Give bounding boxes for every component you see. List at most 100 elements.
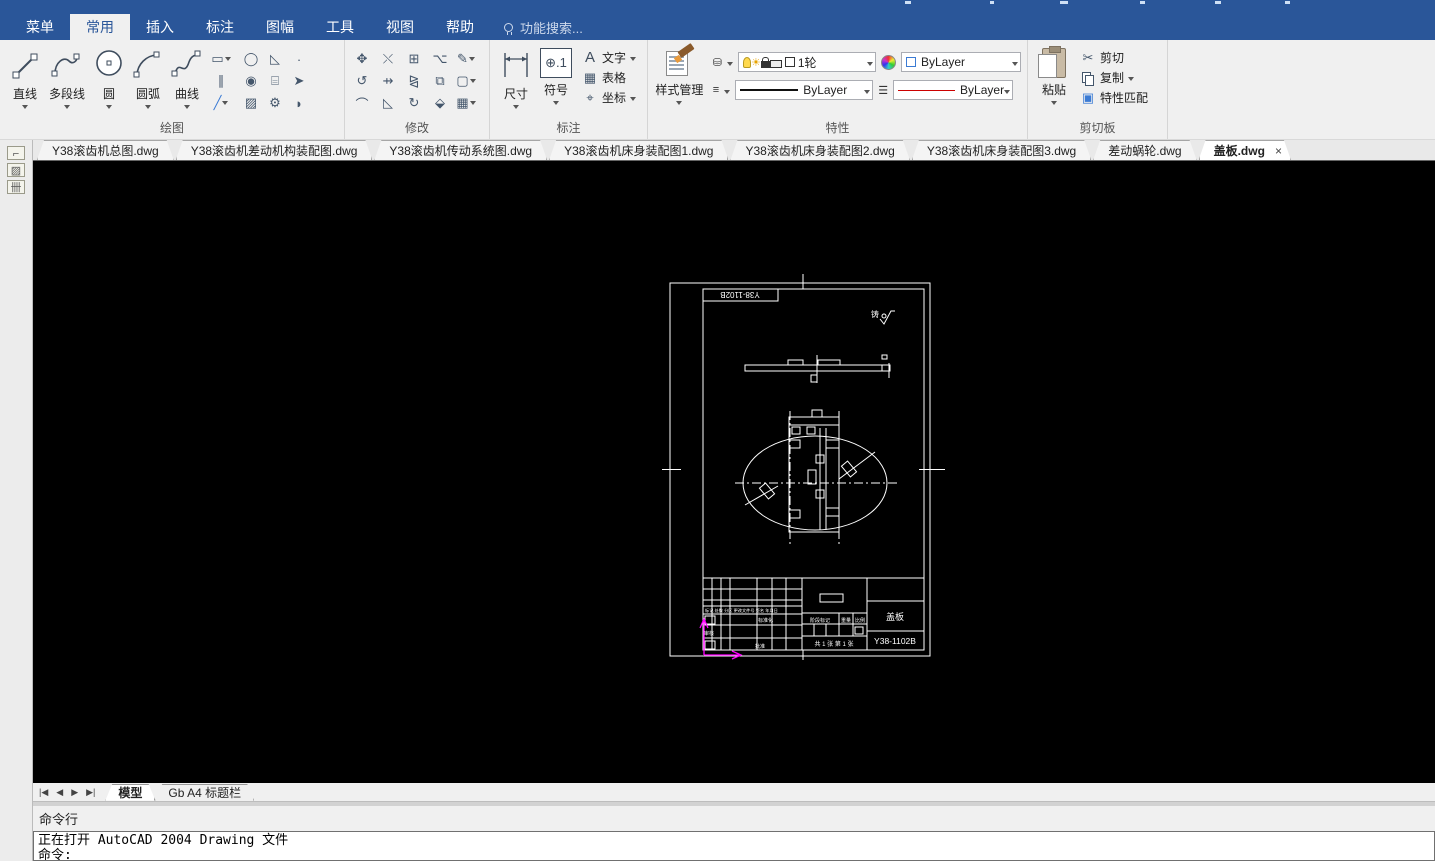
doc-tab-5[interactable]: Y38滚齿机床身装配图2.dwg	[730, 140, 909, 160]
symbol-button[interactable]: ⊕.1 符号	[536, 46, 576, 105]
dimension-button[interactable]: 尺寸	[496, 46, 536, 109]
spline-tool-button[interactable]: 曲线	[168, 46, 206, 109]
doc-tab-active[interactable]: 盖板.dwg ×	[1199, 140, 1291, 160]
menu-tab-view[interactable]: 视图	[370, 14, 430, 40]
table-button[interactable]: ▦ 表格	[582, 68, 636, 87]
gear-tool-icon[interactable]: ⚙	[264, 92, 286, 114]
drawing-canvas[interactable]: Y38-1102B 铸 标记 处数 分区 更改文件号 签名 年月日 标准化 审核…	[33, 161, 1435, 783]
parallel-tool-icon[interactable]: ∥	[210, 70, 232, 92]
linetype-tools-icon[interactable]: ☰	[878, 84, 888, 97]
panel-label-draw: 绘图	[159, 121, 184, 135]
dropdown-caret	[867, 61, 873, 66]
last-layout-icon[interactable]: ▶|	[86, 787, 95, 798]
doc-tab-2[interactable]: Y38滚齿机差动机构装配图.dwg	[176, 140, 373, 160]
point-tool-icon[interactable]: ·	[288, 48, 310, 70]
palette-icon-3[interactable]: 卌	[7, 180, 25, 194]
next-layout-icon[interactable]: ▶	[71, 787, 78, 798]
chamfer-tool-icon[interactable]: ◺	[377, 92, 399, 114]
layout-tab-model[interactable]: 模型	[105, 784, 155, 801]
wipeout-tool-icon[interactable]: ◗	[288, 92, 310, 114]
erase-tool-icon[interactable]: ✎	[455, 48, 477, 70]
drawing-number-top: Y38-1102B	[720, 290, 759, 299]
circle-icon	[96, 50, 122, 76]
extend-tool-icon[interactable]: ⇸	[377, 70, 399, 92]
array-tool-icon[interactable]: ⊞	[403, 48, 425, 70]
panel-annotate: 尺寸 ⊕.1 符号 A 文字 ▦ 表格 ⌖ 坐标 标注	[490, 40, 648, 139]
lineweight-combo[interactable]: ByLayer	[735, 80, 874, 100]
layer-combo[interactable]: ☀ 1轮	[738, 52, 876, 72]
ribbon: 直线 多段线 圆 圆弧 曲线 ▭ ◯ ◺ · ∥ ◉ ⌸ ➤ ╱ ▨ ⚙ ◗ 绘…	[0, 40, 1435, 140]
coordinate-button[interactable]: ⌖ 坐标	[582, 88, 637, 107]
rotate-tool-icon[interactable]: ↺	[351, 70, 373, 92]
function-search[interactable]: 功能搜索...	[504, 14, 583, 40]
panel-label-properties: 特性	[825, 121, 850, 135]
titleblock-header-row: 标记 处数 分区 更改文件号 签名 年月日	[705, 607, 778, 614]
block-tool-icon[interactable]: ⌸	[264, 70, 286, 92]
layer-on-icon	[743, 56, 751, 68]
menu-tab-sheet[interactable]: 图幅	[250, 14, 310, 40]
titleblock-part-name: 盖板	[886, 611, 904, 622]
color-combo[interactable]: ByLayer	[901, 52, 1021, 72]
document-tab-bar: Y38滚齿机总图.dwg Y38滚齿机差动机构装配图.dwg Y38滚齿机传动系…	[33, 140, 1435, 161]
doc-tab-4[interactable]: Y38滚齿机床身装配图1.dwg	[549, 140, 728, 160]
ellipse-tool-icon[interactable]: ◯	[240, 48, 262, 70]
palette-icon-1[interactable]: ⌐	[7, 146, 25, 160]
dropdown-caret	[630, 57, 637, 61]
palette-icon-2[interactable]: ▨	[7, 163, 25, 177]
menu-tab-insert[interactable]: 插入	[130, 14, 190, 40]
paste-button[interactable]: 粘贴	[1034, 46, 1074, 105]
color-wheel-icon[interactable]	[881, 54, 896, 70]
circle-tool-button[interactable]: 圆	[90, 46, 128, 109]
first-layout-icon[interactable]: |◀	[39, 787, 48, 798]
spline-icon	[171, 50, 201, 77]
roughness-note: 铸	[871, 309, 879, 319]
menu-tab-home[interactable]: 常用	[70, 14, 130, 40]
menu-tab-help[interactable]: 帮助	[430, 14, 490, 40]
copy-button[interactable]: 复制	[1080, 68, 1148, 87]
prev-layout-icon[interactable]: ◀	[56, 787, 63, 798]
construction-line-icon[interactable]: ╱	[210, 92, 232, 114]
rotate-copy-tool-icon[interactable]: ↻	[403, 92, 425, 114]
region-tool-icon[interactable]: ◺	[264, 48, 286, 70]
menu-tab-tools[interactable]: 工具	[310, 14, 370, 40]
titleblock-check: 审核	[704, 630, 714, 637]
fillet-tool-icon[interactable]: ⌒	[351, 92, 373, 114]
line-tool-button[interactable]: 直线	[6, 46, 44, 109]
drawing-geometry: Y38-1102B 铸 标记 处数 分区 更改文件号 签名 年月日 标准化 审核…	[662, 274, 945, 660]
doc-tab-7[interactable]: 差动蜗轮.dwg	[1093, 140, 1196, 160]
pointer-tool-icon[interactable]: ➤	[288, 70, 310, 92]
polyline-tool-button[interactable]: 多段线	[44, 46, 90, 109]
match-properties-button[interactable]: ▣ 特性匹配	[1080, 88, 1148, 107]
mirror-tool-icon[interactable]: ⧎	[403, 70, 425, 92]
cut-button[interactable]: ✂ 剪切	[1080, 48, 1148, 67]
move-tool-icon[interactable]: ✥	[351, 48, 373, 70]
text-button[interactable]: A 文字	[582, 48, 637, 67]
style-manager-button[interactable]: 样式管理	[654, 43, 705, 105]
layout-tab-gba4[interactable]: Gb A4 标题栏	[155, 784, 254, 801]
close-tab-icon[interactable]: ×	[1275, 144, 1282, 158]
fill-tool-icon[interactable]: ▦	[455, 92, 477, 114]
arc-tool-button[interactable]: 圆弧	[128, 46, 168, 109]
trim-tool-icon[interactable]: ⤬	[377, 48, 399, 70]
hatch-tool-icon[interactable]: ▨	[240, 92, 262, 114]
lineweight-tools-icon[interactable]: ≡	[713, 84, 719, 96]
command-input-area[interactable]: 正在打开 AutoCAD 2004 Drawing 文件 命令:	[33, 831, 1435, 861]
rectangle-tool-icon[interactable]: ▭	[210, 48, 232, 70]
linetype-combo[interactable]: ByLayer	[893, 80, 1014, 100]
dropdown-caret	[1128, 77, 1135, 81]
explode-tool-icon[interactable]: ⬙	[429, 92, 451, 114]
layer-tools-icon[interactable]: ⛁	[713, 56, 722, 69]
copy-obj-tool-icon[interactable]: ⧉	[429, 70, 451, 92]
titlebar-fragment	[905, 1, 911, 4]
doc-tab-3[interactable]: Y38滚齿机传动系统图.dwg	[374, 140, 547, 160]
menu-item-menu[interactable]: 菜单	[10, 14, 70, 40]
donut-tool-icon[interactable]: ◉	[240, 70, 262, 92]
doc-tab-1[interactable]: Y38滚齿机总图.dwg	[37, 140, 174, 160]
stretch-tool-icon[interactable]: ⌥	[429, 48, 451, 70]
doc-tab-6[interactable]: Y38滚齿机床身装配图3.dwg	[912, 140, 1091, 160]
menu-tab-annotate[interactable]: 标注	[190, 14, 250, 40]
panel-draw: 直线 多段线 圆 圆弧 曲线 ▭ ◯ ◺ · ∥ ◉ ⌸ ➤ ╱ ▨ ⚙ ◗ 绘…	[0, 40, 345, 139]
panel-clipboard: 粘贴 ✂ 剪切 复制 ▣ 特性匹配 剪切板	[1028, 40, 1168, 139]
offset-tool-icon[interactable]: ▢	[455, 70, 477, 92]
dropdown-caret	[184, 105, 190, 109]
